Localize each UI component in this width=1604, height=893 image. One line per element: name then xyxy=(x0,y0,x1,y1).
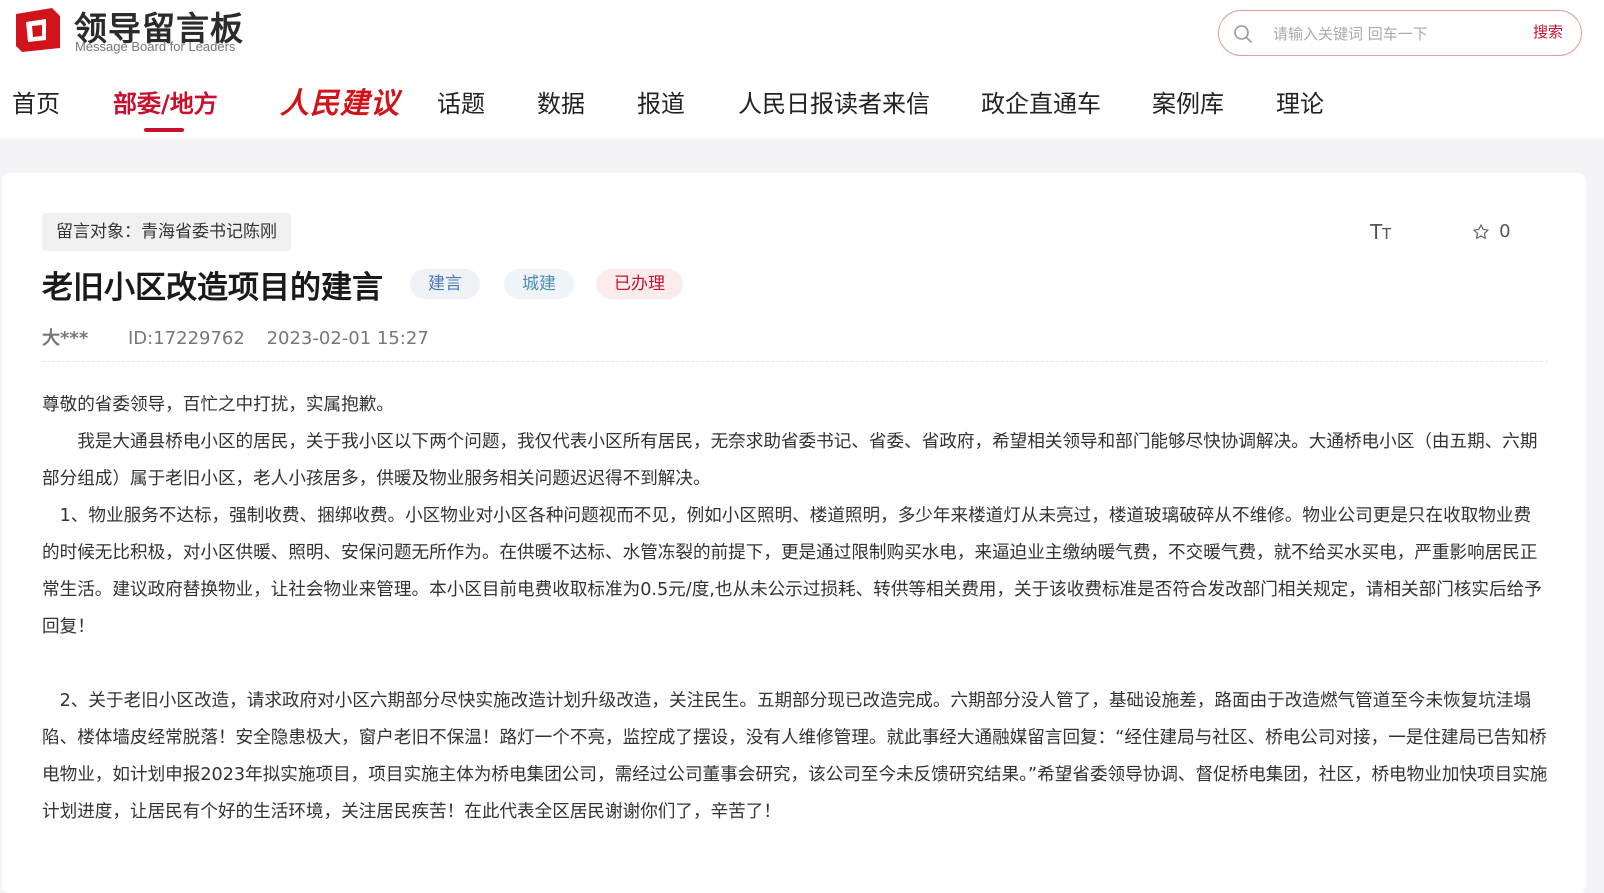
logo-mark-icon xyxy=(16,8,60,52)
search-box: 搜索 xyxy=(1218,10,1582,56)
site-header: 领导留言板 Message Board for Leaders 搜索 首页 部委… xyxy=(0,0,1604,138)
nav-item-reports[interactable]: 报道 xyxy=(637,84,685,119)
message-paragraph: 2、关于老旧小区改造，请求政府对小区六期部分尽快实施改造计划升级改造，关注民生。… xyxy=(42,691,1548,822)
favorite-button[interactable]: 0 xyxy=(1472,221,1511,242)
font-size-icon[interactable]: T T xyxy=(1370,219,1396,243)
meta-divider xyxy=(42,361,1548,362)
nav-item-topics[interactable]: 话题 xyxy=(437,84,485,119)
message-title: 老旧小区改造项目的建言 xyxy=(42,270,383,306)
nav-item-readers-letters[interactable]: 人民日报读者来信 xyxy=(738,84,930,119)
tag-suggestion[interactable]: 建言 xyxy=(410,269,480,299)
nav-item-people-suggestions[interactable]: 人民建议 xyxy=(280,80,400,122)
star-icon xyxy=(1473,223,1489,239)
message-recipient: 留言对象：青海省委书记陈刚 xyxy=(42,213,291,251)
message-meta: 大*** ID:17229762 2023-02-01 15:27 xyxy=(42,324,429,350)
site-subtitle: Message Board for Leaders xyxy=(75,39,236,54)
search-input[interactable] xyxy=(1271,21,1505,47)
tag-urban-construction[interactable]: 城建 xyxy=(504,269,574,299)
message-body: 尊敬的省委领导，百忙之中打扰，实属抱歉。 我是大通县桥电小区的居民，关于我小区以… xyxy=(42,387,1548,831)
status-badge: 已办理 xyxy=(596,269,683,299)
message-card: 留言对象：青海省委书记陈刚 T T 0 老旧小区改造项目的建言 建言 城建 已办… xyxy=(2,173,1586,893)
main-nav: 首页 部委/地方 人民建议 话题 数据 报道 人民日报读者来信 政企直通车 案例… xyxy=(0,80,1604,136)
message-author: 大*** xyxy=(42,328,89,349)
svg-text:T: T xyxy=(1381,225,1392,243)
favorite-count: 0 xyxy=(1499,221,1511,242)
message-datetime: 2023-02-01 15:27 xyxy=(266,328,429,349)
nav-item-theory[interactable]: 理论 xyxy=(1276,84,1324,119)
nav-item-data[interactable]: 数据 xyxy=(537,84,585,119)
message-paragraph: 尊敬的省委领导，百忙之中打扰，实属抱歉。 xyxy=(42,395,394,415)
message-paragraph-blank xyxy=(42,646,1548,683)
search-icon[interactable] xyxy=(1233,24,1253,44)
message-paragraph: 我是大通县桥电小区的居民，关于我小区以下两个问题，我仅代表小区所有居民，无奈求助… xyxy=(42,432,1538,489)
nav-active-indicator xyxy=(144,128,184,132)
search-button[interactable]: 搜索 xyxy=(1533,21,1563,42)
nav-item-case-library[interactable]: 案例库 xyxy=(1152,84,1224,119)
message-paragraph: 1、物业服务不达标，强制收费、捆绑收费。小区物业对小区各种问题视而不见，例如小区… xyxy=(42,506,1542,637)
message-id: ID:17229762 xyxy=(127,328,245,349)
nav-item-enterprise-express[interactable]: 政企直通车 xyxy=(981,84,1101,119)
nav-item-ministries-local[interactable]: 部委/地方 xyxy=(113,84,218,119)
nav-item-home[interactable]: 首页 xyxy=(12,84,60,119)
